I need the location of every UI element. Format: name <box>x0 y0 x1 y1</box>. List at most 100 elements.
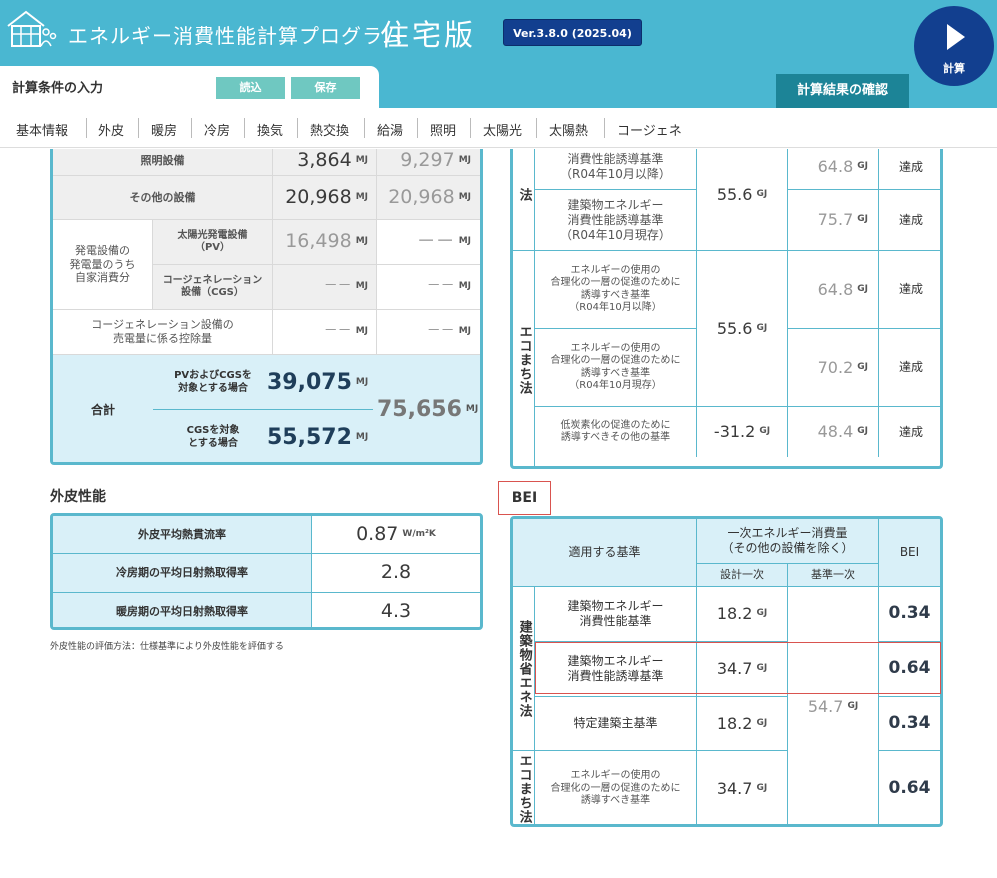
nav-heat-exchange[interactable]: 熱交換 <box>310 120 349 139</box>
standard-energy: 64.8 GJ <box>788 149 879 190</box>
energy-consumption-table: 照明設備 3,864 MJ 9,297 MJ その他の設備 20,968 MJ 20,… <box>50 149 483 465</box>
cgs-sale-standard: －－ MJ <box>377 310 480 355</box>
pv-design: 16,498 MJ <box>273 220 377 265</box>
bei-row-value: 0.34 <box>879 587 940 642</box>
cgs-sale-deduction-label: コージェネレーション設備の 売電量に係る控除量 <box>53 310 273 355</box>
cgs-label: コージェネレーション 設備（CGS） <box>153 265 273 310</box>
bei-header-standard: 基準一次 <box>788 564 879 587</box>
cgs-standard: －－ MJ <box>377 265 480 310</box>
total-cgs-value: 55,572 MJ <box>267 424 369 450</box>
bei-row-design: 18.2 GJ <box>697 697 788 751</box>
total-pv-cgs-label: PVおよびCGSを 対象とする場合 <box>174 370 252 394</box>
house-logo-icon <box>6 8 58 54</box>
app-header: エネルギー消費性能計算プログラム 住宅版 Ver.3.8.0 (2025.04)… <box>0 0 997 112</box>
bei-row-design: 34.7 GJ <box>697 751 788 824</box>
save-button[interactable]: 保存 <box>291 77 360 99</box>
other-equipment-design: 20,968 MJ <box>273 176 377 220</box>
bei-group-energy-act: 建築物省エネ法 <box>513 587 535 751</box>
bei-row-value: 0.64 <box>888 778 931 799</box>
envelope-value: 0.87 W/m²K <box>312 516 480 554</box>
nav-divider <box>470 118 471 138</box>
result-status: 達成 <box>879 149 940 190</box>
standard-energy: 64.8 GJ <box>788 251 879 329</box>
envelope-value: 4.3 <box>380 599 412 622</box>
lighting-standard: 9,297 MJ <box>377 149 480 176</box>
nav-divider <box>244 118 245 138</box>
bei-section-title: BEI <box>498 481 551 515</box>
pv-label: 太陽光発電設備 （PV） <box>153 220 273 265</box>
nav-envelope[interactable]: 外皮 <box>98 120 124 139</box>
nav-divider <box>86 118 87 138</box>
design-energy-3: -31.2 GJ <box>697 407 788 457</box>
envelope-section-title: 外皮性能 <box>50 489 106 505</box>
other-equipment-standard: 20,968 MJ <box>377 176 480 220</box>
bei-row-value: 0.34 <box>879 697 940 751</box>
results-content: 照明設備 3,864 MJ 9,297 MJ その他の設備 20,968 MJ 20,… <box>0 149 997 878</box>
law-group-label: 法 <box>513 149 535 251</box>
nav-heating[interactable]: 暖房 <box>151 120 177 139</box>
other-equipment-label: その他の設備 <box>53 176 273 220</box>
load-button[interactable]: 読込 <box>216 77 285 99</box>
calculate-label: 計算 <box>943 62 965 75</box>
bei-row-label: エネルギーの使用の 合理化の一層の促進のために 誘導すべき基準 <box>535 751 697 824</box>
nav-lighting[interactable]: 照明 <box>430 120 456 139</box>
nav-divider <box>364 118 365 138</box>
app-title: エネルギー消費性能計算プログラム <box>68 24 404 48</box>
nav-solar-thermal[interactable]: 太陽熱 <box>549 120 588 139</box>
envelope-label: 暖房期の平均日射熱取得率 <box>53 593 312 627</box>
nav-divider <box>297 118 298 138</box>
lighting-label: 照明設備 <box>53 149 273 176</box>
envelope-value: 2.8 <box>312 554 480 593</box>
criteria-label: 低炭素化の促進のために 誘導すべきその他の基準 <box>535 407 697 457</box>
result-status: 達成 <box>879 329 940 407</box>
criteria-label: エネルギーの使用の 合理化の一層の促進のために 誘導すべき基準 （R04年10月… <box>535 329 697 407</box>
bei-standard-shared: 54.7 GJ <box>788 587 879 824</box>
nav-cogeneration[interactable]: コージェネ <box>617 120 682 139</box>
bei-group-eco-town: エコまち法 <box>513 751 535 824</box>
bei-row-design: 18.2 GJ <box>697 587 788 642</box>
result-status: 達成 <box>879 251 940 329</box>
cgs-design: －－ MJ <box>273 265 377 310</box>
criteria-label: 建築物エネルギー 消費性能誘導基準 （R04年10月現存） <box>535 190 697 251</box>
standard-energy: 70.2 GJ <box>788 329 879 407</box>
criteria-label: エネルギーの使用の 合理化の一層の促進のために 誘導すべき基準 （R04年10月… <box>535 251 697 329</box>
result-status: 達成 <box>898 424 923 439</box>
highlight-outline <box>535 642 941 694</box>
envelope-label: 外皮平均熱貫流率 <box>53 516 312 554</box>
check-results-tab[interactable]: 計算結果の確認 <box>776 74 909 112</box>
nav-divider <box>417 118 418 138</box>
standard-energy: 75.7 GJ <box>788 190 879 251</box>
cgs-sale-design: －－ MJ <box>273 310 377 355</box>
bei-header-energy: 一次エネルギー消費量 （その他の設備を除く） <box>697 519 879 564</box>
nav-hot-water[interactable]: 給湯 <box>377 120 403 139</box>
nav-solar-pv[interactable]: 太陽光 <box>483 120 522 139</box>
bei-header-bei: BEI <box>879 519 940 587</box>
total-cgs-label: CGSを対象 とする場合 <box>186 425 240 449</box>
nav-divider <box>536 118 537 138</box>
bei-row-label: 特定建築主基準 <box>535 697 697 751</box>
total-pv-cgs-value: 39,075 MJ <box>267 369 369 395</box>
envelope-table: 外皮平均熱貫流率 0.87 W/m²K 冷房期の平均日射熱取得率 2.8 暖房期の… <box>50 513 483 630</box>
bei-header-basis: 適用する基準 <box>513 519 697 587</box>
total-standard-value: 75,656 MJ <box>377 397 479 423</box>
app-title-edition: 住宅版 <box>380 18 477 52</box>
compliance-table: 法 消費性能誘導基準 （R04年10月以降） 55.6 GJ 64.8 GJ 達成 … <box>510 149 943 469</box>
total-label: 合計 <box>90 402 115 417</box>
lighting-design: 3,864 MJ <box>273 149 377 176</box>
envelope-method-note: 外皮性能の評価方法：仕様基準により外皮性能を評価する <box>50 642 284 652</box>
nav-ventilation[interactable]: 換気 <box>257 120 283 139</box>
nav-divider <box>604 118 605 138</box>
calculate-button[interactable]: 計算 <box>914 6 994 86</box>
result-status: 達成 <box>879 190 940 251</box>
criteria-label: 消費性能誘導基準 （R04年10月以降） <box>535 149 697 190</box>
input-conditions-tab[interactable]: 計算条件の入力 読込 保存 <box>0 66 379 110</box>
nav-divider <box>138 118 139 138</box>
generation-self-consumption-label: 発電設備の 発電量のうち 自家消費分 <box>53 220 153 310</box>
version-badge: Ver.3.8.0 (2025.04) <box>503 19 642 46</box>
nav-cooling[interactable]: 冷房 <box>204 120 230 139</box>
section-nav: 基本情報 外皮 暖房 冷房 換気 熱交換 給湯 照明 太陽光 太陽熱 コージェネ <box>0 108 997 148</box>
bei-row-label: 建築物エネルギー 消費性能基準 <box>535 587 697 642</box>
eco-town-law-label: エコまち法 <box>513 251 535 466</box>
nav-basic-info[interactable]: 基本情報 <box>16 120 68 139</box>
standard-energy: 48.4 GJ <box>788 407 879 457</box>
